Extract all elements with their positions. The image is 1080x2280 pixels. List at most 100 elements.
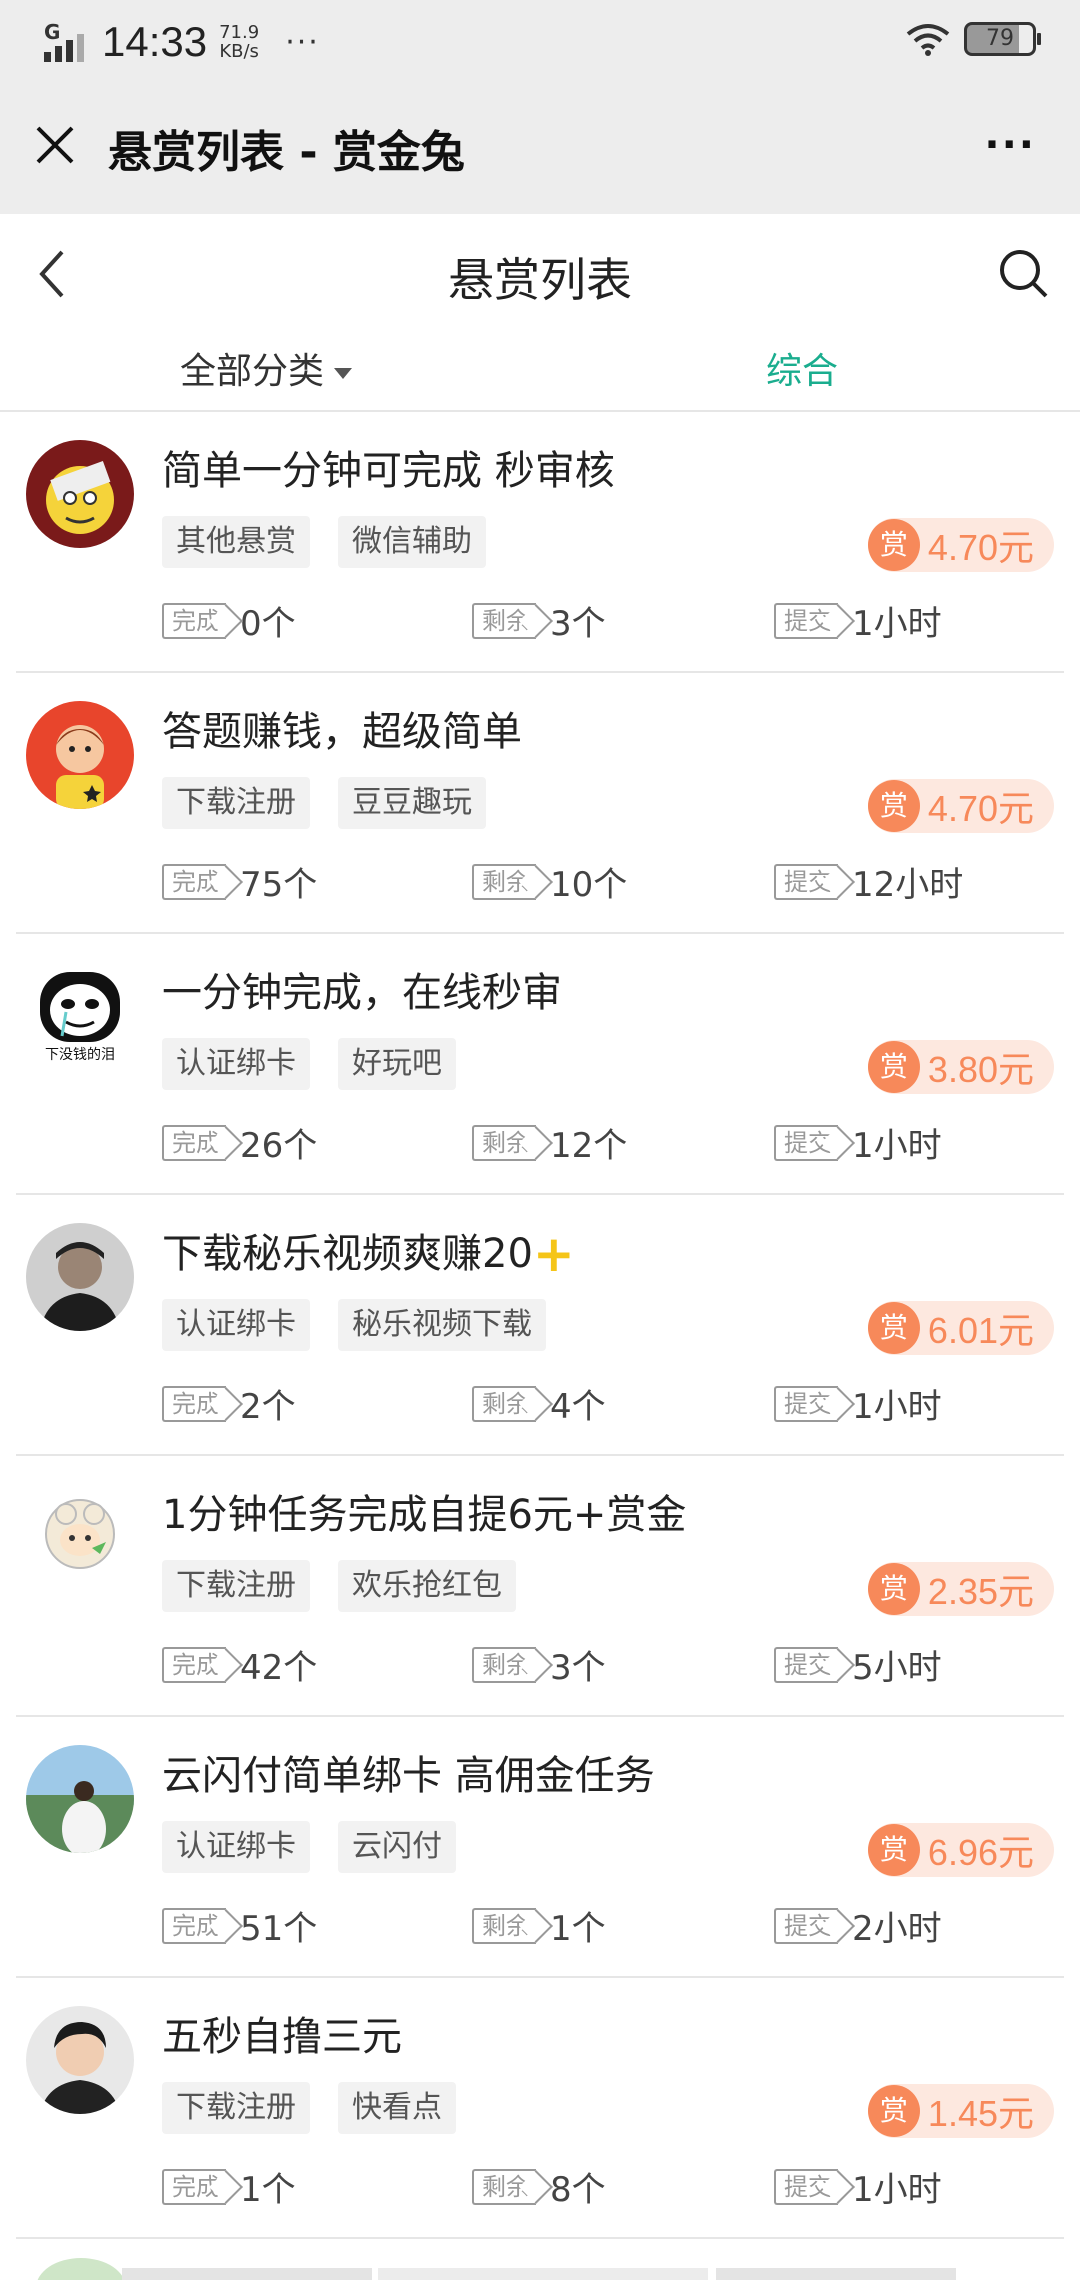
avatar: [26, 440, 134, 548]
window-title: 悬赏列表 - 赏金兔: [108, 127, 465, 178]
reward-badge: 赏 6.01元: [867, 1301, 1054, 1355]
task-tags: 认证绑卡 好玩吧: [162, 1038, 484, 1090]
task-title: 答题赚钱，超级简单: [162, 709, 522, 755]
task-stats: 完成 26个 剩余 12个 提交 1小时: [162, 1118, 1062, 1166]
reward-badge: 赏 6.96元: [867, 1823, 1054, 1877]
done-count: 42个: [240, 1648, 318, 1688]
search-icon[interactable]: [998, 248, 1050, 300]
done-label: 完成: [162, 863, 226, 900]
submit-time: 1小时: [852, 2170, 942, 2210]
submit-label: 提交: [774, 1646, 838, 1683]
avatar: [26, 1745, 134, 1853]
notification-dots: ···: [285, 24, 320, 60]
done-count: 26个: [240, 1126, 318, 1166]
task-tags: 下载注册 快看点: [162, 2082, 484, 2134]
task-item[interactable]: 五秒自撸三元 下载注册 快看点 赏 1.45元 完成 1个 剩余 8个 提交 1小时: [16, 1978, 1064, 2239]
category-dropdown[interactable]: 全部分类: [180, 342, 353, 394]
done-label: 完成: [162, 1124, 226, 1161]
task-item[interactable]: 1分钟任务完成自提6元+赏金 下载注册 欢乐抢红包 赏 2.35元 完成 42个 …: [16, 1456, 1064, 1717]
task-title: 简单一分钟可完成 秒审核: [162, 448, 615, 494]
reward-icon: 赏: [867, 1563, 920, 1615]
task-item[interactable]: 下载秘乐视频爽赚20+ 认证绑卡 秘乐视频下载 赏 6.01元 完成 2个 剩余 4…: [16, 1195, 1064, 1456]
task-stats: 完成 0个 剩余 3个 提交 1小时: [162, 596, 1062, 644]
avatar-caption: 下没钱的泪: [45, 1047, 115, 1063]
done-count: 1个: [240, 2170, 296, 2210]
submit-label: 提交: [774, 863, 838, 900]
remain-count: 10个: [550, 865, 628, 905]
submit-label: 提交: [774, 1124, 838, 1161]
done-count: 2个: [240, 1387, 296, 1427]
category-label: 全部分类: [180, 351, 325, 392]
reward-icon: 赏: [867, 1302, 920, 1354]
network-speed: 71.9 KB/s: [219, 23, 259, 61]
task-tag: 快看点: [338, 2082, 456, 2134]
task-tag: 秘乐视频下载: [338, 1299, 546, 1351]
task-title: 云闪付简单绑卡 高佣金任务: [162, 1753, 655, 1799]
submit-label: 提交: [774, 602, 838, 639]
network-type: G: [44, 20, 61, 44]
battery-level: 79: [986, 26, 1014, 51]
task-item[interactable]: 云闪付简单绑卡 高佣金任务 认证绑卡 云闪付 赏 6.96元 完成 51个 剩余 1…: [16, 1717, 1064, 1978]
submit-time: 1小时: [852, 1126, 942, 1166]
done-label: 完成: [162, 1907, 226, 1944]
avatar: [26, 1484, 134, 1592]
remain-count: 3个: [550, 1648, 606, 1688]
task-tags: 认证绑卡 秘乐视频下载: [162, 1299, 574, 1351]
done-count: 75个: [240, 865, 318, 905]
task-title: 五秒自撸三元: [162, 2014, 402, 2060]
reward-amount: 6.01元: [927, 1310, 1034, 1351]
status-bar: G 14:33 71.9 KB/s ··· 79: [0, 0, 1080, 86]
remain-count: 12个: [550, 1126, 628, 1166]
remain-label: 剩余: [472, 602, 536, 639]
task-tag: 好玩吧: [338, 1038, 456, 1090]
reward-amount: 1.45元: [927, 2093, 1034, 2134]
reward-badge: 赏 2.35元: [867, 1562, 1054, 1616]
avatar: 下没钱的泪: [26, 962, 134, 1070]
wechat-title-bar: 悬赏列表 - 赏金兔 ···: [0, 86, 1080, 214]
task-tags: 下载注册 豆豆趣玩: [162, 777, 514, 829]
submit-time: 2小时: [852, 1909, 942, 1949]
remain-label: 剩余: [472, 863, 536, 900]
task-tag: 云闪付: [338, 1821, 456, 1873]
done-label: 完成: [162, 1385, 226, 1422]
reward-icon: 赏: [867, 2085, 920, 2137]
task-stats: 完成 1个 剩余 8个 提交 1小时: [162, 2162, 1062, 2210]
reward-badge: 赏 4.70元: [867, 779, 1054, 833]
task-item-partial[interactable]: [0, 2240, 1080, 2280]
submit-time: 1小时: [852, 1387, 942, 1427]
task-item[interactable]: 答题赚钱，超级简单 下载注册 豆豆趣玩 赏 4.70元 完成 75个 剩余 10个 …: [16, 673, 1064, 934]
remain-label: 剩余: [472, 1646, 536, 1683]
reward-icon: 赏: [867, 519, 920, 571]
more-menu-button[interactable]: ···: [984, 122, 1036, 168]
sort-option-comprehensive[interactable]: 综合: [766, 342, 838, 394]
task-tag: 欢乐抢红包: [338, 1560, 516, 1612]
remain-count: 8个: [550, 2170, 606, 2210]
task-tag: 豆豆趣玩: [338, 777, 486, 829]
task-stats: 完成 51个 剩余 1个 提交 2小时: [162, 1901, 1062, 1949]
task-title: 1分钟任务完成自提6元+赏金: [162, 1492, 687, 1538]
done-count: 51个: [240, 1909, 318, 1949]
filter-bar: 全部分类 综合: [0, 334, 1080, 412]
task-tags: 下载注册 欢乐抢红包: [162, 1560, 544, 1612]
wifi-icon: [906, 24, 950, 56]
task-tag: 认证绑卡: [162, 1299, 310, 1351]
remain-label: 剩余: [472, 1124, 536, 1161]
chevron-down-icon: [334, 367, 353, 379]
remain-label: 剩余: [472, 1385, 536, 1422]
submit-time: 12小时: [852, 865, 964, 905]
remain-count: 1个: [550, 1909, 606, 1949]
reward-badge: 赏 3.80元: [867, 1040, 1054, 1094]
remain-label: 剩余: [472, 1907, 536, 1944]
close-icon[interactable]: [30, 120, 80, 170]
task-tag: 下载注册: [162, 1560, 310, 1612]
reward-amount: 3.80元: [927, 1049, 1034, 1090]
task-tags: 认证绑卡 云闪付: [162, 1821, 484, 1873]
task-title: 一分钟完成，在线秒审: [162, 970, 562, 1016]
task-list: 简单一分钟可完成 秒审核 其他悬赏 微信辅助 赏 4.70元 完成 0个 剩余 3个…: [0, 412, 1080, 2239]
task-item[interactable]: 简单一分钟可完成 秒审核 其他悬赏 微信辅助 赏 4.70元 完成 0个 剩余 3个…: [16, 412, 1064, 673]
reward-amount: 2.35元: [927, 1571, 1034, 1612]
task-tag: 其他悬赏: [162, 516, 310, 568]
submit-label: 提交: [774, 1907, 838, 1944]
reward-badge: 赏 4.70元: [867, 518, 1054, 572]
task-item[interactable]: 下没钱的泪 一分钟完成，在线秒审 认证绑卡 好玩吧 赏 3.80元 完成 26个 …: [16, 934, 1064, 1195]
